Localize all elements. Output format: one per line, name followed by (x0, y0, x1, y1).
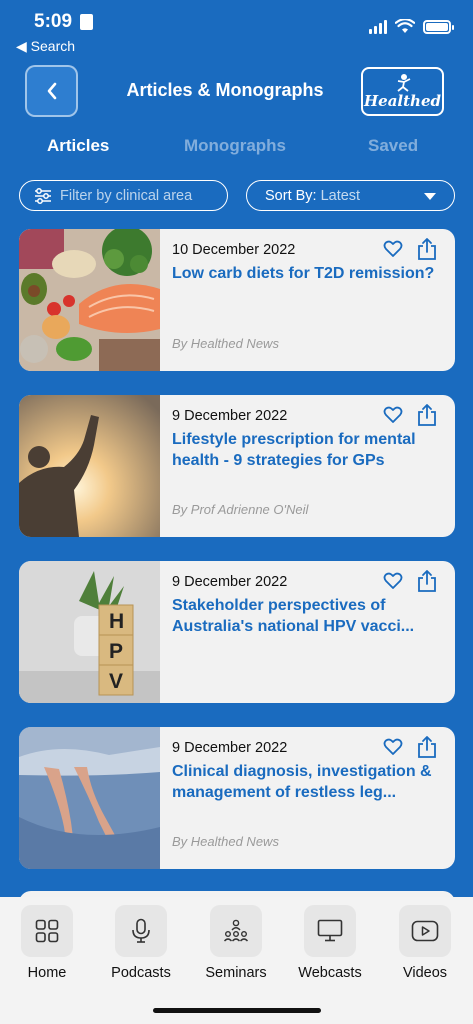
heart-icon[interactable] (383, 239, 403, 259)
nav-label: Webcasts (298, 965, 362, 981)
share-icon[interactable] (417, 403, 437, 427)
heart-icon[interactable] (383, 571, 403, 591)
article-body: 9 December 2022 Lifestyle prescription f… (172, 395, 455, 537)
people-icon (223, 919, 249, 942)
svg-text:P: P (109, 640, 123, 663)
signal-icon (369, 20, 387, 34)
tab-articles[interactable]: Articles (47, 136, 109, 156)
article-date: 9 December 2022 (172, 740, 288, 756)
status-bar: 5:09 ◀ Search (0, 0, 473, 60)
sliders-icon (35, 187, 51, 204)
tab-bar: Articles Monographs Saved (0, 130, 473, 164)
grid-icon (35, 919, 59, 943)
fitness-photo (19, 395, 160, 537)
share-icon[interactable] (417, 569, 437, 593)
tab-monographs[interactable]: Monographs (184, 136, 286, 156)
svg-text:V: V (109, 670, 123, 693)
article-card[interactable]: 9 December 2022 Clinical diagnosis, inve… (19, 727, 455, 869)
monitor-icon (317, 919, 343, 942)
sort-value: Latest (320, 187, 361, 204)
article-title[interactable]: Clinical diagnosis, investigation & mana… (172, 761, 444, 803)
article-author: By Prof Adrienne O'Neil (172, 502, 309, 517)
nav-podcasts[interactable]: Podcasts (105, 905, 177, 981)
caret-down-icon (424, 193, 436, 200)
share-icon[interactable] (417, 735, 437, 759)
sort-dropdown[interactable]: Sort By: Latest (246, 180, 455, 211)
sort-label: Sort By: (265, 187, 317, 204)
back-to-search-link[interactable]: ◀ Search (16, 38, 75, 55)
wifi-icon (395, 19, 415, 33)
person-icon (80, 14, 93, 30)
svg-text:H: H (109, 610, 124, 633)
microphone-icon (132, 918, 150, 943)
article-date: 9 December 2022 (172, 574, 288, 590)
home-indicator (153, 1008, 321, 1013)
nav-seminars[interactable]: Seminars (200, 905, 272, 981)
nav-icon-box (304, 905, 356, 957)
clinical-area-filter[interactable]: Filter by clinical area (19, 180, 228, 211)
nav-home[interactable]: Home (11, 905, 83, 981)
article-card[interactable]: 10 December 2022 Low carb diets for T2D … (19, 229, 455, 371)
status-time: 5:09 (34, 11, 73, 32)
article-title[interactable]: Stakeholder perspectives of Australia's … (172, 595, 444, 637)
article-body: 10 December 2022 Low carb diets for T2D … (172, 229, 455, 371)
header: Articles & Monographs Healthed (0, 62, 473, 120)
play-icon (411, 920, 439, 942)
nav-webcasts[interactable]: Webcasts (294, 905, 366, 981)
article-date: 9 December 2022 (172, 408, 288, 424)
article-card[interactable]: 9 December 2022 Lifestyle prescription f… (19, 395, 455, 537)
article-body: 9 December 2022 Clinical diagnosis, inve… (172, 727, 455, 869)
heart-icon[interactable] (383, 405, 403, 425)
tab-saved[interactable]: Saved (368, 136, 418, 156)
article-body: 9 December 2022 Stakeholder perspectives… (172, 561, 455, 703)
article-title[interactable]: Lifestyle prescription for mental health… (172, 429, 444, 471)
article-author: By Healthed News (172, 336, 279, 351)
legs-bed-photo (19, 727, 160, 869)
logo-text: Healthed (364, 92, 441, 110)
food-photo (19, 229, 160, 371)
nav-icon-box (21, 905, 73, 957)
nav-label: Videos (402, 965, 448, 981)
share-icon[interactable] (417, 237, 437, 261)
heart-icon[interactable] (383, 737, 403, 757)
nav-label: Home (27, 965, 67, 981)
article-card[interactable]: H P V 9 December 2022 Stakeholder perspe… (19, 561, 455, 703)
nav-videos[interactable]: Videos (389, 905, 461, 981)
article-date: 10 December 2022 (172, 242, 296, 258)
battery-icon (423, 20, 454, 34)
healthed-logo[interactable]: Healthed (361, 67, 444, 116)
hpv-blocks-photo: H P V (19, 561, 160, 703)
bottom-nav: Home Podcasts Seminars Webcasts Videos (0, 897, 473, 1024)
nav-icon-box (399, 905, 451, 957)
nav-label: Seminars (205, 965, 267, 981)
nav-label: Podcasts (111, 965, 171, 981)
status-icons (369, 19, 454, 34)
article-author: By Healthed News (172, 834, 279, 849)
filter-placeholder: Filter by clinical area (60, 187, 193, 204)
filters-row: Filter by clinical area Sort By: Latest (0, 180, 473, 212)
runner-figure-icon (397, 74, 411, 92)
article-title[interactable]: Low carb diets for T2D remission? (172, 263, 444, 284)
nav-icon-box (115, 905, 167, 957)
nav-icon-box (210, 905, 262, 957)
